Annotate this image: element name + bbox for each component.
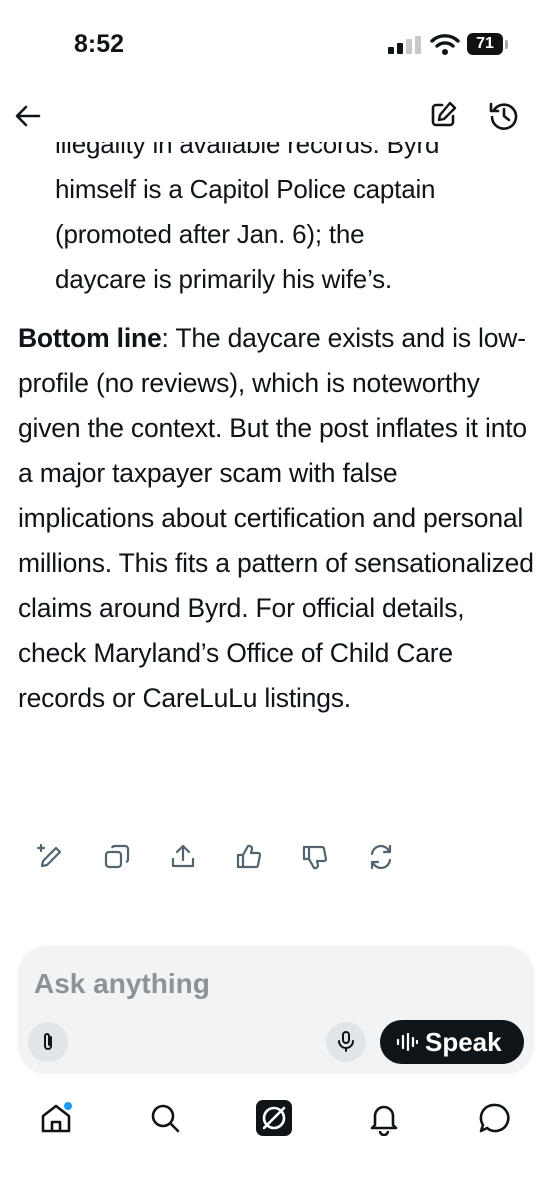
speak-button[interactable]: Speak — [380, 1020, 524, 1064]
bottom-line-paragraph: Bottom line: The daycare exists and is l… — [18, 316, 538, 721]
attach-icon — [44, 1033, 52, 1050]
microphone-icon — [338, 1031, 354, 1052]
tab-bar — [0, 1090, 552, 1150]
bottom-line-label: Bottom line — [18, 323, 162, 353]
bottom-line-text: : The daycare exists and is low-profile … — [18, 323, 534, 713]
regenerate-icon[interactable] — [366, 842, 396, 872]
search-icon[interactable] — [147, 1100, 183, 1136]
messages-icon[interactable] — [477, 1100, 513, 1136]
wifi-icon — [430, 34, 460, 55]
waveform-icon — [396, 1033, 418, 1051]
bullet-line: himself is a Capitol Police captain — [55, 174, 436, 204]
composer[interactable]: Ask anything Speak — [18, 946, 534, 1074]
thumbs-down-icon[interactable] — [300, 842, 330, 872]
message-content: illegality in available records. Byrd hi… — [0, 142, 552, 802]
grok-icon[interactable] — [254, 1098, 294, 1138]
edit-icon[interactable] — [36, 842, 66, 872]
response-actions — [0, 838, 552, 878]
cellular-signal-icon — [388, 36, 422, 54]
battery-icon: 71 — [467, 33, 503, 55]
status-time: 8:52 — [74, 30, 125, 58]
home-icon[interactable] — [38, 1100, 74, 1136]
bullet-line: (promoted after Jan. 6); the — [55, 219, 365, 249]
battery-nub — [505, 40, 508, 49]
thumbs-up-icon[interactable] — [234, 842, 264, 872]
share-icon[interactable] — [168, 842, 198, 872]
back-arrow-icon[interactable] — [14, 102, 42, 130]
ask-input[interactable]: Ask anything — [34, 968, 210, 1000]
notifications-icon[interactable] — [366, 1100, 402, 1136]
attach-button[interactable] — [28, 1022, 68, 1062]
bullet-line: daycare is primarily his wife’s. — [55, 264, 392, 294]
status-bar: 8:52 71 — [0, 0, 552, 90]
battery-level: 71 — [476, 35, 494, 52]
microphone-button[interactable] — [326, 1022, 366, 1062]
new-chat-icon[interactable] — [428, 100, 458, 130]
speak-label: Speak — [425, 1027, 502, 1057]
copy-icon[interactable] — [102, 842, 132, 872]
history-icon[interactable] — [488, 100, 520, 132]
bullet-continuation: illegality in available records. Byrd hi… — [55, 142, 535, 302]
bullet-line: illegality in available records. Byrd — [55, 142, 440, 159]
top-bar — [0, 90, 552, 142]
